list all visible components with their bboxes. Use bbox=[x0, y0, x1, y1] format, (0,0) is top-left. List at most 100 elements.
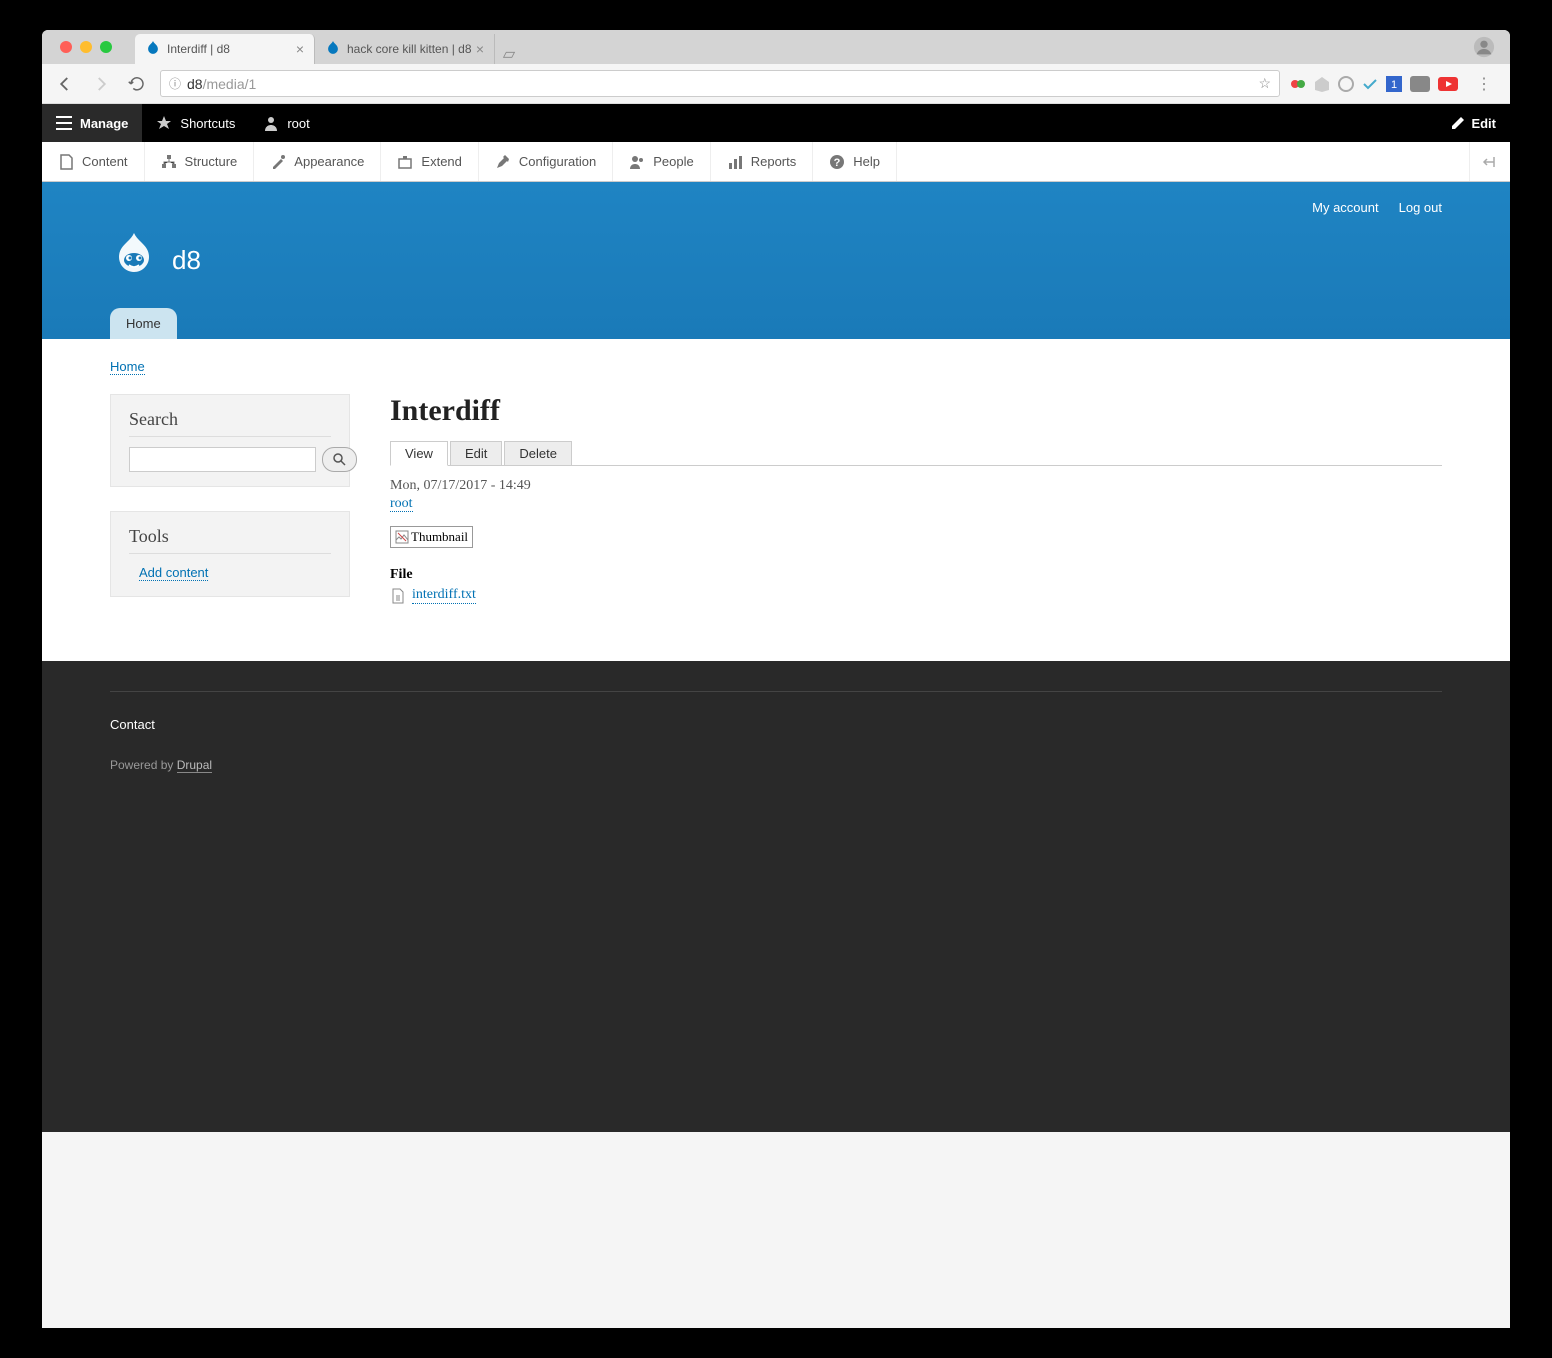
menu-label: Reports bbox=[751, 154, 797, 169]
powered-by: Powered by Drupal bbox=[110, 758, 1442, 772]
admin-menu-help[interactable]: ? Help bbox=[813, 142, 897, 181]
menu-label: People bbox=[653, 154, 693, 169]
drupal-logo-icon[interactable] bbox=[110, 233, 158, 288]
search-input[interactable] bbox=[129, 447, 316, 472]
author-link[interactable]: root bbox=[390, 496, 413, 512]
admin-menu-configuration[interactable]: Configuration bbox=[479, 142, 613, 181]
content-icon bbox=[58, 154, 74, 170]
window-controls bbox=[52, 41, 120, 53]
url-path: /media/1 bbox=[203, 76, 257, 92]
site-name[interactable]: d8 bbox=[172, 245, 201, 276]
chrome-profile-icon[interactable] bbox=[1473, 36, 1495, 58]
close-tab-icon[interactable]: × bbox=[476, 41, 484, 57]
chrome-menu-icon[interactable]: ⋮ bbox=[1468, 74, 1500, 94]
user-icon bbox=[263, 115, 279, 131]
add-content-link[interactable]: Add content bbox=[139, 565, 208, 581]
drupal-link[interactable]: Drupal bbox=[177, 758, 212, 773]
extension-icon[interactable] bbox=[1410, 76, 1430, 92]
configuration-icon bbox=[495, 154, 511, 170]
thumbnail-alt-text: Thumbnail bbox=[411, 529, 468, 545]
extension-icon[interactable] bbox=[1290, 76, 1306, 92]
menu-label: Structure bbox=[185, 154, 238, 169]
close-tab-icon[interactable]: × bbox=[296, 41, 304, 57]
admin-menu-people[interactable]: People bbox=[613, 142, 710, 181]
extension-icon[interactable] bbox=[1338, 76, 1354, 92]
file-icon bbox=[390, 588, 406, 604]
tab-edit[interactable]: Edit bbox=[450, 441, 502, 466]
bookmark-star-icon[interactable]: ☆ bbox=[1258, 75, 1271, 92]
toolbar-user-button[interactable]: root bbox=[249, 104, 323, 142]
local-tasks: View Edit Delete bbox=[390, 440, 1442, 466]
forward-button[interactable] bbox=[88, 73, 114, 95]
toolbar-label: Manage bbox=[80, 116, 128, 131]
toolbar-orientation-toggle[interactable] bbox=[1469, 142, 1510, 181]
url-input[interactable]: ⓘ d8/media/1 ☆ bbox=[160, 70, 1280, 97]
submitted-date: Mon, 07/17/2017 - 14:49 bbox=[390, 478, 1442, 494]
browser-tab[interactable]: hack core kill kitten | d8 × bbox=[315, 34, 495, 64]
help-icon: ? bbox=[829, 154, 845, 170]
page-title: Interdiff bbox=[390, 394, 1442, 428]
reload-button[interactable] bbox=[124, 73, 150, 95]
minimize-window-button[interactable] bbox=[80, 41, 92, 53]
hamburger-icon bbox=[56, 116, 72, 130]
menu-label: Configuration bbox=[519, 154, 596, 169]
new-tab-button[interactable]: ▱ bbox=[495, 44, 523, 64]
toolbar-edit-button[interactable]: Edit bbox=[1437, 116, 1510, 131]
extension-icon[interactable] bbox=[1362, 76, 1378, 92]
people-icon bbox=[629, 154, 645, 170]
browser-tab-bar: Interdiff | d8 × hack core kill kitten |… bbox=[42, 30, 1510, 64]
menu-label: Content bbox=[82, 154, 128, 169]
svg-text:1: 1 bbox=[1391, 79, 1397, 91]
reports-icon bbox=[727, 154, 743, 170]
site-footer: Contact Powered by Drupal bbox=[42, 661, 1510, 1132]
my-account-link[interactable]: My account bbox=[1312, 200, 1378, 215]
back-button[interactable] bbox=[52, 73, 78, 95]
search-block: Search bbox=[110, 394, 350, 487]
maximize-window-button[interactable] bbox=[100, 41, 112, 53]
drupal-favicon-icon bbox=[325, 41, 341, 57]
svg-text:?: ? bbox=[834, 157, 841, 169]
breadcrumb-home-link[interactable]: Home bbox=[110, 359, 145, 375]
admin-menu-reports[interactable]: Reports bbox=[711, 142, 814, 181]
extension-icon[interactable] bbox=[1314, 76, 1330, 92]
block-title: Search bbox=[129, 409, 331, 437]
drupal-admin-toolbar: Manage Shortcuts root Edit bbox=[42, 104, 1510, 142]
admin-menu-structure[interactable]: Structure bbox=[145, 142, 255, 181]
file-field-label: File bbox=[390, 567, 1442, 583]
admin-menu-content[interactable]: Content bbox=[42, 142, 145, 181]
pencil-icon bbox=[1451, 116, 1465, 130]
toolbar-shortcuts-button[interactable]: Shortcuts bbox=[142, 104, 249, 142]
browser-tab-active[interactable]: Interdiff | d8 × bbox=[135, 34, 315, 64]
tab-view[interactable]: View bbox=[390, 441, 448, 466]
search-submit-button[interactable] bbox=[322, 447, 357, 472]
contact-link[interactable]: Contact bbox=[110, 717, 155, 732]
drupal-favicon-icon bbox=[145, 41, 161, 57]
browser-address-bar: ⓘ d8/media/1 ☆ 1 ⋮ bbox=[42, 64, 1510, 104]
logout-link[interactable]: Log out bbox=[1399, 200, 1442, 215]
admin-menu-extend[interactable]: Extend bbox=[381, 142, 478, 181]
extend-icon bbox=[397, 154, 413, 170]
extension-icon[interactable] bbox=[1438, 77, 1458, 91]
menu-label: Help bbox=[853, 154, 880, 169]
extension-icons: 1 bbox=[1290, 76, 1458, 92]
toolbar-label: Edit bbox=[1471, 116, 1496, 131]
menu-label: Extend bbox=[421, 154, 461, 169]
tools-block: Tools Add content bbox=[110, 511, 350, 597]
main-content-region: Home Search Tools bbox=[42, 339, 1510, 661]
site-info-icon[interactable]: ⓘ bbox=[169, 75, 181, 92]
file-link[interactable]: interdiff.txt bbox=[412, 587, 476, 604]
admin-menu-appearance[interactable]: Appearance bbox=[254, 142, 381, 181]
toolbar-manage-button[interactable]: Manage bbox=[42, 104, 142, 142]
menu-label: Appearance bbox=[294, 154, 364, 169]
tab-delete[interactable]: Delete bbox=[504, 441, 572, 466]
tab-title: Interdiff | d8 bbox=[167, 42, 230, 56]
extension-icon[interactable]: 1 bbox=[1386, 76, 1402, 92]
main-nav-home[interactable]: Home bbox=[110, 308, 177, 339]
breadcrumb: Home bbox=[110, 359, 1442, 374]
url-host: d8 bbox=[187, 76, 203, 92]
close-window-button[interactable] bbox=[60, 41, 72, 53]
search-icon bbox=[333, 453, 346, 466]
toolbar-label: Shortcuts bbox=[180, 116, 235, 131]
broken-image-icon bbox=[395, 530, 409, 544]
drupal-admin-menu: Content Structure Appearance Extend Conf… bbox=[42, 142, 1510, 182]
